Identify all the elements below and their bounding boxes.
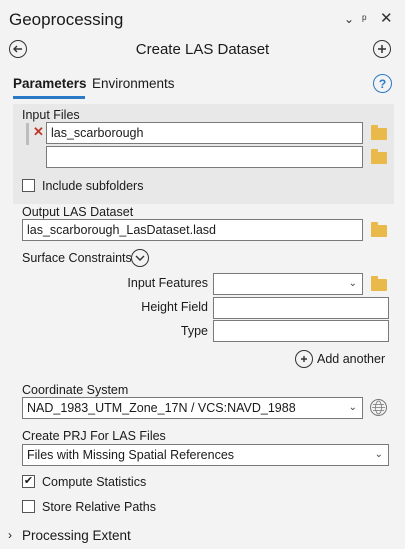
globe-icon[interactable] <box>370 399 387 416</box>
input-features-label: Input Features <box>127 276 208 290</box>
folder-icon[interactable] <box>371 125 387 140</box>
close-icon[interactable]: ✕ <box>380 9 393 27</box>
help-icon[interactable]: ? <box>373 74 392 93</box>
input-features-dropdown[interactable]: ⌄ <box>213 273 363 295</box>
height-field-input[interactable] <box>213 297 389 319</box>
output-label: Output LAS Dataset <box>22 205 134 219</box>
compute-statistics-label: Compute Statistics <box>42 475 147 489</box>
height-field-label: Height Field <box>141 300 208 314</box>
include-subfolders-label: Include subfolders <box>42 179 144 193</box>
plus-icon[interactable] <box>373 40 391 58</box>
coordinate-system-dropdown[interactable]: NAD_1983_UTM_Zone_17N / VCS:NAVD_1988 ⌄ <box>22 397 363 419</box>
tool-title: Create LAS Dataset <box>135 41 270 58</box>
create-prj-dropdown[interactable]: Files with Missing Spatial References ⌄ <box>22 444 389 466</box>
tab-environments[interactable]: Environments <box>92 76 175 91</box>
tab-parameters[interactable]: Parameters <box>13 76 87 91</box>
folder-icon[interactable] <box>371 149 387 164</box>
coordinate-system-value: NAD_1983_UTM_Zone_17N / VCS:NAVD_1988 <box>27 401 296 415</box>
chevron-down-icon[interactable]: ⌄ <box>344 12 354 26</box>
store-relative-paths-checkbox[interactable] <box>22 500 35 513</box>
chevron-right-icon[interactable]: › <box>8 528 12 542</box>
input-file-field-empty[interactable] <box>46 146 363 168</box>
store-relative-paths-label: Store Relative Paths <box>42 500 156 514</box>
surface-constraints-label: Surface Constraints <box>22 251 132 265</box>
pane-title: Geoprocessing <box>9 10 124 29</box>
coordinate-system-label: Coordinate System <box>22 383 129 397</box>
checkmark-icon: ✔ <box>23 475 34 487</box>
remove-row-icon[interactable]: ✕ <box>33 124 44 140</box>
chevron-down-icon: ⌄ <box>348 278 357 289</box>
include-subfolders-checkbox[interactable] <box>22 179 35 192</box>
create-prj-label: Create PRJ For LAS Files <box>22 429 166 443</box>
type-label: Type <box>180 324 208 338</box>
create-prj-value: Files with Missing Spatial References <box>27 448 235 462</box>
processing-extent-header[interactable]: Processing Extent <box>22 528 131 543</box>
chevron-down-icon: ⌄ <box>348 402 357 413</box>
input-files-label: Input Files <box>22 108 80 122</box>
chevron-down-icon: ⌄ <box>374 449 383 460</box>
folder-icon[interactable] <box>371 222 387 237</box>
folder-icon[interactable] <box>371 276 387 291</box>
pin-icon[interactable]: ᵖ <box>362 12 367 26</box>
row-drag-handle[interactable] <box>26 123 29 145</box>
output-field[interactable]: las_scarborough_LasDataset.lasd <box>22 219 363 241</box>
compute-statistics-checkbox[interactable]: ✔ <box>22 475 35 488</box>
add-icon[interactable] <box>295 350 313 368</box>
expand-chevron-icon[interactable] <box>131 249 149 267</box>
add-another-button[interactable]: Add another <box>317 352 385 366</box>
type-input[interactable] <box>213 320 389 342</box>
active-tab-indicator <box>13 96 85 99</box>
input-file-field[interactable]: las_scarborough <box>46 122 363 144</box>
